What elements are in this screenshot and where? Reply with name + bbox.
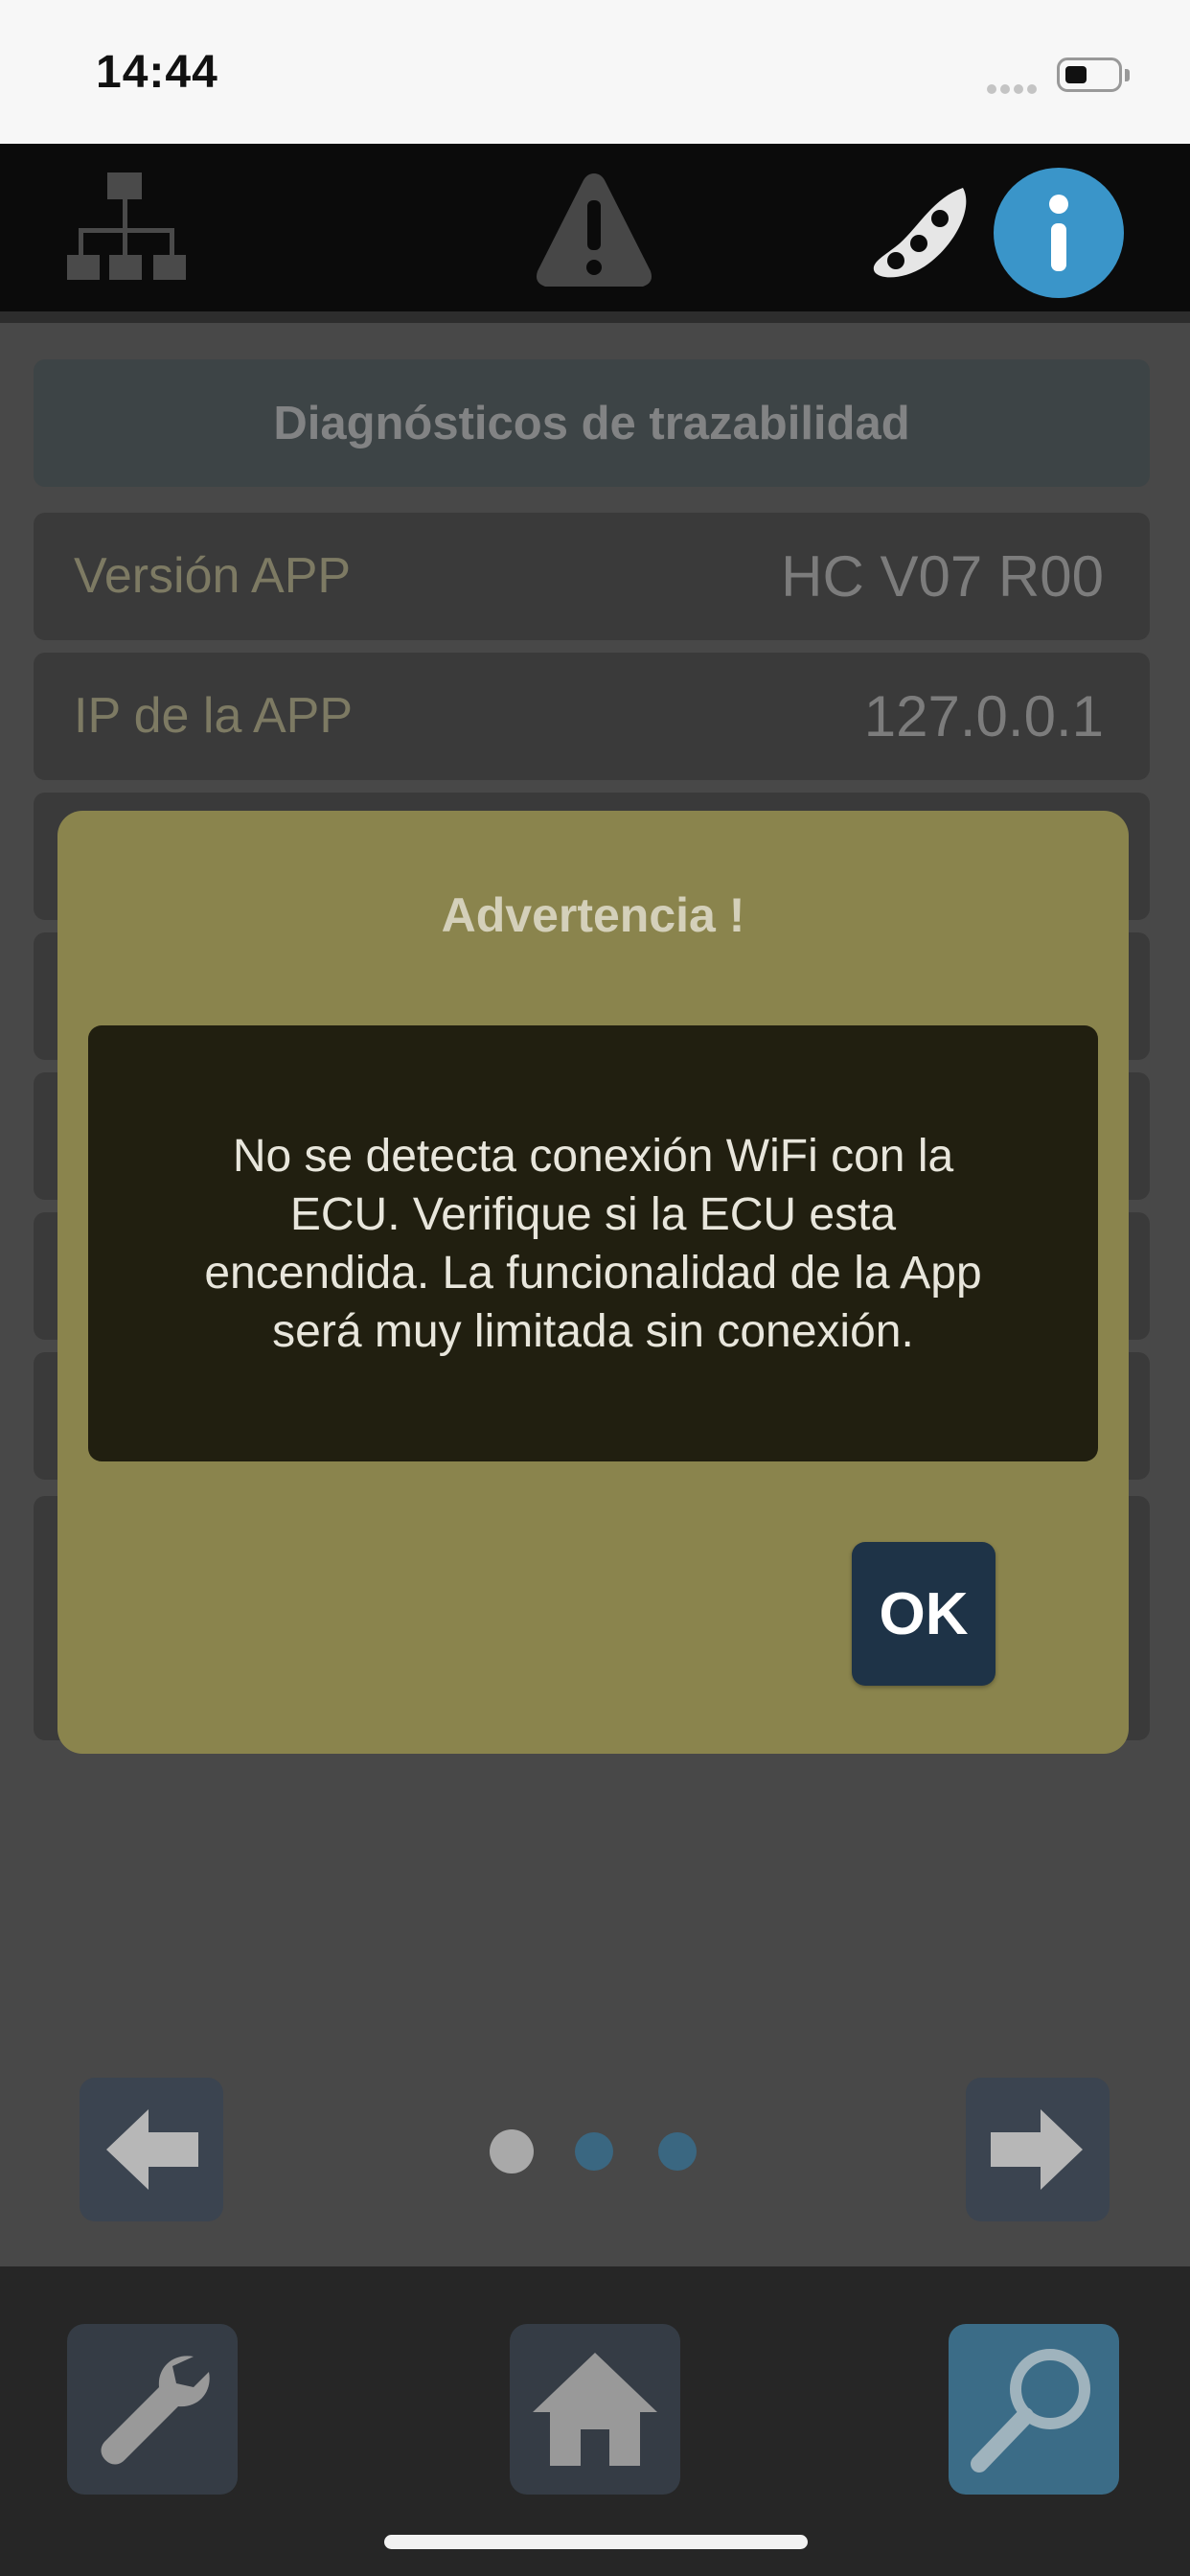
page-indicator-active[interactable] — [490, 2129, 534, 2174]
arrow-left-icon — [106, 2109, 198, 2190]
info-row-version: Versión APP HC V07 R00 — [34, 513, 1150, 640]
info-icon — [1049, 195, 1068, 271]
search-tab-button[interactable] — [949, 2324, 1119, 2495]
info-button[interactable] — [994, 168, 1124, 298]
warning-dialog: Advertencia ! No se detecta conexión WiF… — [57, 811, 1129, 1754]
next-page-button[interactable] — [966, 2078, 1110, 2221]
soybean-icon[interactable] — [867, 180, 973, 286]
tools-tab-button[interactable] — [67, 2324, 238, 2495]
row-label: IP de la APP — [74, 688, 354, 744]
home-tab-button[interactable] — [510, 2324, 680, 2495]
dialog-message-box: No se detecta conexión WiFi con la ECU. … — [88, 1025, 1098, 1461]
magnifier-icon — [971, 2349, 1090, 2472]
previous-page-button[interactable] — [80, 2078, 223, 2221]
network-icon[interactable] — [65, 171, 190, 293]
alert-icon[interactable] — [532, 168, 656, 292]
home-icon — [533, 2353, 657, 2466]
row-label: Versión APP — [74, 548, 352, 604]
battery-tip — [1125, 69, 1130, 81]
arrow-right-icon — [991, 2109, 1083, 2190]
dialog-message: No se detecta conexión WiFi con la ECU. … — [204, 1130, 982, 1357]
ok-button[interactable]: OK — [852, 1542, 995, 1686]
status-time: 14:44 — [96, 47, 218, 98]
page-indicator[interactable] — [575, 2132, 613, 2171]
home-indicator[interactable] — [384, 2535, 808, 2549]
page-indicator[interactable] — [658, 2132, 697, 2171]
row-value: 127.0.0.1 — [863, 684, 1104, 748]
signal-icon — [987, 84, 1041, 94]
battery-icon — [1057, 58, 1122, 92]
section-header: Diagnósticos de trazabilidad — [34, 359, 1150, 487]
section-title: Diagnósticos de trazabilidad — [273, 397, 910, 449]
row-value: HC V07 R00 — [781, 544, 1104, 609]
toolbar-divider — [0, 311, 1190, 323]
wrench-icon — [101, 2356, 210, 2465]
dialog-title: Advertencia ! — [441, 888, 745, 942]
info-row-ip: IP de la APP 127.0.0.1 — [34, 653, 1150, 780]
